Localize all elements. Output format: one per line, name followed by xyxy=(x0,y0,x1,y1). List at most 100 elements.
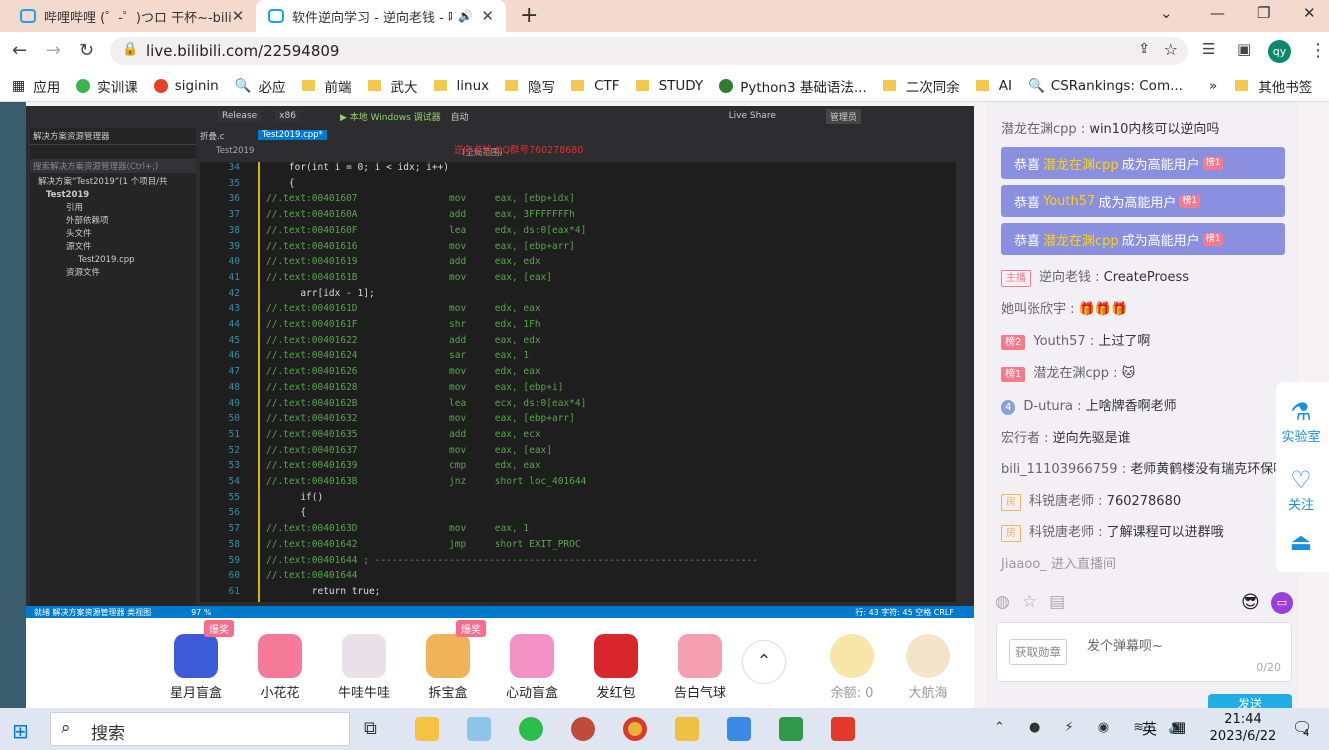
balance[interactable]: 余额: 0 xyxy=(812,618,892,701)
captain[interactable]: 大航海 xyxy=(888,618,968,701)
bookmark-apps[interactable]: ▦ 应用 xyxy=(12,76,60,96)
search-icon: 🔍 xyxy=(234,77,252,94)
gift-item[interactable]: 发红包 xyxy=(576,618,656,701)
wps-icon[interactable] xyxy=(831,717,855,741)
gift-item[interactable]: 星月盲盒 爆奖 xyxy=(156,618,236,701)
file-explorer-icon[interactable] xyxy=(415,717,439,741)
line-number: 56 xyxy=(228,507,240,519)
restore-button[interactable]: ❐ xyxy=(1257,4,1270,22)
minimize-button[interactable]: — xyxy=(1210,4,1225,22)
danmaku-input[interactable]: 发个弹幕呗~ xyxy=(1087,635,1163,654)
anchor-icon xyxy=(906,634,950,678)
speaker-icon[interactable]: 🔊 xyxy=(458,9,473,23)
bookmark-item[interactable]: Python3 基础语法... xyxy=(719,76,867,96)
reading-list-icon[interactable]: ☰ xyxy=(1202,40,1215,58)
document-icon[interactable]: ▤ xyxy=(1049,592,1077,612)
bookmarks-overflow[interactable]: » xyxy=(1209,78,1217,94)
bookmark-folder[interactable]: STUDY xyxy=(635,78,703,94)
gift-item[interactable]: 小花花 xyxy=(240,618,320,701)
reload-icon[interactable]: ↻ xyxy=(79,40,94,61)
new-tab-button[interactable]: + xyxy=(520,3,538,28)
config-select: Release xyxy=(218,110,262,122)
rocket-icon: ⏏ xyxy=(1289,528,1313,556)
folder-icon xyxy=(571,80,585,91)
profile-avatar[interactable]: qy xyxy=(1268,40,1291,63)
code-text: //.text:00401616 mov eax, [ebp+arr] xyxy=(266,240,575,252)
code-text: { xyxy=(266,177,295,189)
other-bookmarks[interactable]: 其他书签 xyxy=(1235,76,1312,96)
bookmark-item[interactable]: 🔍 CSRankings: Com... xyxy=(1028,78,1183,94)
forward-icon[interactable]: → xyxy=(46,40,61,61)
bookmark-folder[interactable]: 前端 xyxy=(301,76,352,96)
gift-label: 小花花 xyxy=(260,686,300,701)
line-number: 40 xyxy=(228,256,240,268)
bookmark-folder[interactable]: 二次同余 xyxy=(882,76,960,96)
back-icon[interactable]: ← xyxy=(12,40,27,61)
side-panel-icon[interactable]: ▣ xyxy=(1237,40,1251,58)
site-icon xyxy=(76,78,91,93)
menu-icon[interactable]: ⋮ xyxy=(1309,40,1327,61)
emoji-icon[interactable]: 😎 xyxy=(1241,592,1260,613)
page-background xyxy=(0,102,26,708)
system-tray[interactable]: ⌃ ● ⚡ ◉ ≋ 🔈 xyxy=(994,720,1194,735)
tab-live-stream[interactable]: 软件逆向学习 - 逆向老钱 - 哔 🔊 ✕ xyxy=(256,0,506,32)
highlight-message: 恭喜 Youth57 成为高能用户 榜1 xyxy=(1001,185,1285,217)
rocket-button[interactable]: ⏏ xyxy=(1276,528,1326,556)
tab-bilibili-home[interactable]: 哔哩哔哩 (゜-゜)つロ 干杯~-bili ✕ xyxy=(8,0,254,32)
ime-indicator[interactable]: 英 xyxy=(1142,718,1157,739)
get-medal-button[interactable]: 获取勋章 xyxy=(1009,639,1067,665)
bookmark-folder[interactable]: CTF xyxy=(571,78,620,94)
hot-badge: 爆奖 xyxy=(456,620,486,637)
address-bar: ← → ↻ 🔒 live.bilibili.com/22594809 ⇪ ☆ ☰… xyxy=(0,32,1329,70)
tab-search-icon[interactable]: ⌄ xyxy=(1160,4,1173,22)
close-tab-icon[interactable]: ✕ xyxy=(481,7,494,25)
bookmark-item[interactable]: 🔍 必应 xyxy=(235,76,286,96)
taskbar-search[interactable]: ⌕ 搜索 xyxy=(50,712,350,746)
gift-item[interactable]: 牛哇牛哇 xyxy=(324,618,404,701)
lab-button[interactable]: ⚗ 实验室 xyxy=(1276,398,1326,445)
bookmark-folder[interactable]: 武大 xyxy=(367,76,418,96)
chat-message: 榜1 潜龙在渊cpp : 🐱 xyxy=(1001,362,1135,382)
bookmark-folder[interactable]: AI xyxy=(975,78,1012,94)
code-text: //.text:00401626 mov edx, eax xyxy=(266,366,541,378)
app-icon[interactable] xyxy=(467,717,491,741)
wechat-icon[interactable] xyxy=(519,717,543,741)
palette-icon[interactable]: ◍ xyxy=(995,592,1022,612)
tree-item: 引用 xyxy=(66,203,84,213)
chat-bubble-icon[interactable]: ▭ xyxy=(1271,592,1293,614)
highlight-message: 恭喜 潜龙在渊cpp 成为高能用户 榜1 xyxy=(1001,147,1285,179)
app-icon[interactable] xyxy=(675,717,699,741)
chrome-icon[interactable] xyxy=(623,717,647,741)
send-button[interactable]: 发送 xyxy=(1208,694,1292,708)
folder-icon xyxy=(367,80,381,91)
like-icon[interactable]: ☆ xyxy=(1022,592,1049,612)
close-window-button[interactable]: ✕ xyxy=(1303,4,1316,22)
bookmark-star-icon[interactable]: ☆ xyxy=(1164,40,1178,59)
line-number: 50 xyxy=(228,413,240,425)
follow-button[interactable]: ♡ 关注 xyxy=(1276,466,1326,513)
gift-item[interactable]: 心动盲盒 xyxy=(492,618,572,701)
expand-gifts-button[interactable]: ⌃ xyxy=(742,640,786,684)
bookmark-folder[interactable]: 隐写 xyxy=(505,76,555,96)
ime-mode-icon[interactable]: ▦ xyxy=(1172,718,1186,736)
clock[interactable]: 21:44 2023/6/22 xyxy=(1205,711,1281,745)
gift-item[interactable]: 告白气球 xyxy=(660,618,740,701)
bookmark-item[interactable]: 实训课 xyxy=(76,76,138,96)
share-icon[interactable]: ⇪ xyxy=(1138,41,1150,57)
video-player[interactable]: Release x86 ▶ 本地 Windows 调试器 自动 Live Sha… xyxy=(26,106,974,618)
bookmark-item[interactable]: siginin xyxy=(153,78,219,94)
platform-select: x86 xyxy=(275,110,300,122)
start-icon[interactable]: ⊞ xyxy=(12,719,29,743)
chat-message: 她叫张欣宇 : 🎁🎁🎁 xyxy=(1001,302,1128,317)
gift-item[interactable]: 拆宝盒 爆奖 xyxy=(408,618,488,701)
app-icon[interactable] xyxy=(571,717,595,741)
lock-icon[interactable]: 🔒 xyxy=(122,42,138,57)
url-field[interactable]: 🔒 live.bilibili.com/22594809 ⇪ ☆ xyxy=(110,37,1188,65)
close-tab-icon[interactable]: ✕ xyxy=(232,7,245,25)
app-icon[interactable] xyxy=(727,717,751,741)
app-icon[interactable] xyxy=(779,717,803,741)
chat-tools: ◍☆▤ xyxy=(995,592,1077,612)
folder-icon xyxy=(635,80,649,91)
task-view-icon[interactable]: ⧉ xyxy=(364,718,377,739)
bookmark-folder[interactable]: linux xyxy=(433,78,489,94)
